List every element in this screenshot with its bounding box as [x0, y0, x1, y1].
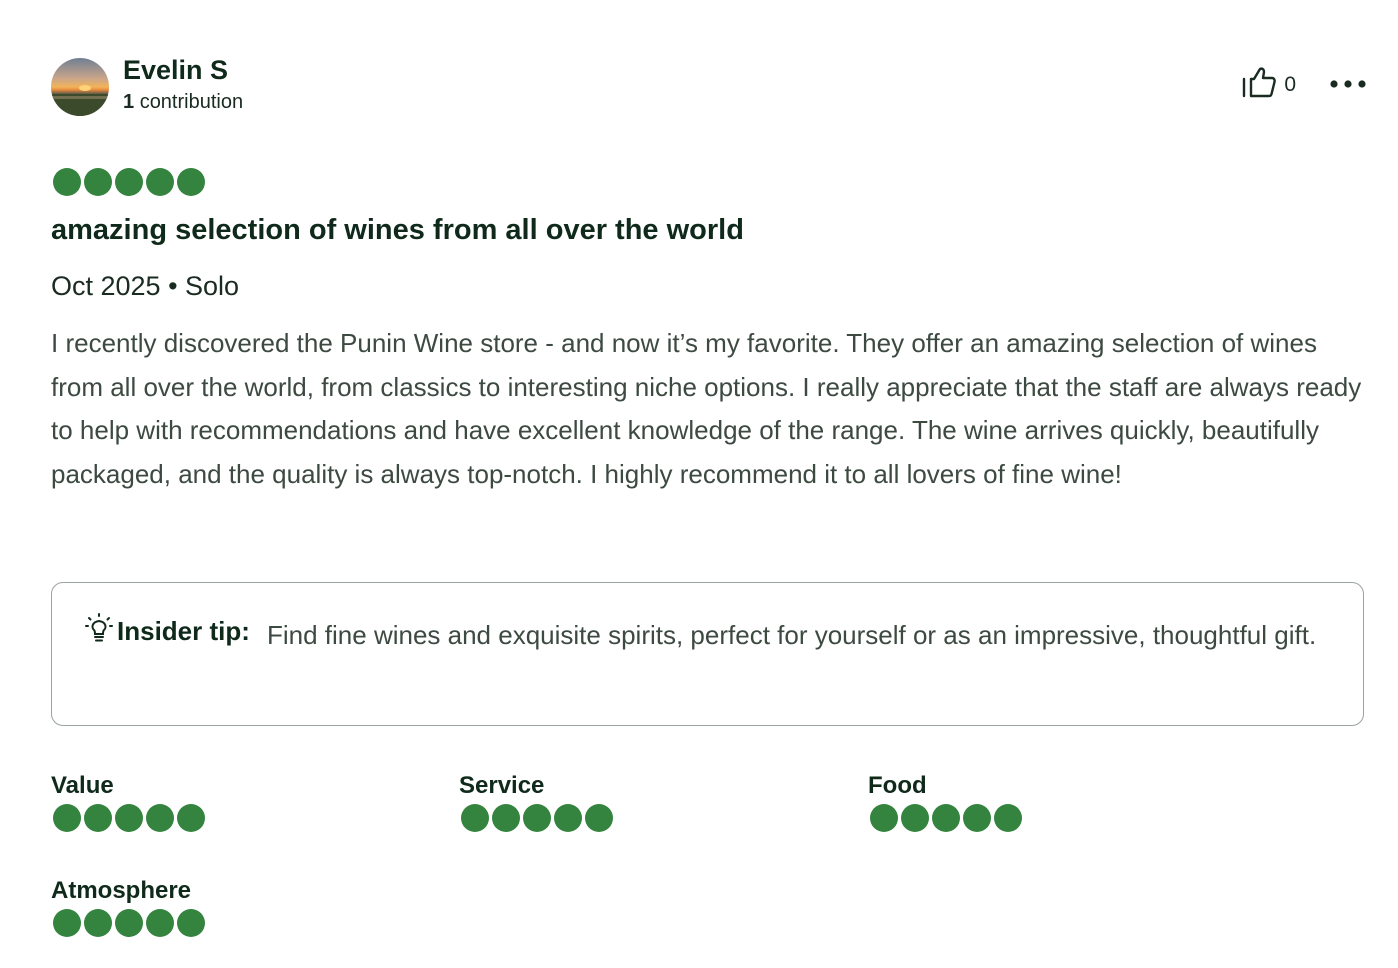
rating-bubble [146, 909, 174, 937]
rating-bubble [901, 804, 929, 832]
sub-rating-label: Service [459, 772, 545, 799]
insider-tip-text: Find fine wines and exquisite spirits, p… [267, 620, 1317, 650]
rating-bubble [146, 804, 174, 832]
thumbs-up-icon [1242, 66, 1277, 103]
helpful-vote-button[interactable]: 0 [1242, 66, 1296, 103]
rating-bubble [115, 804, 143, 832]
rating-bubble [523, 804, 551, 832]
lightbulb-icon [85, 613, 113, 650]
reviewer-header: Evelin S 1 contribution [51, 55, 243, 116]
insider-tip-box: Insider tip: Find fine wines and exquisi… [51, 582, 1364, 726]
sub-rating-label: Atmosphere [51, 877, 192, 904]
rating-bubble [554, 804, 582, 832]
rating-bubble [53, 168, 81, 196]
contribution-label: contribution [139, 90, 244, 113]
sub-rating-food: Food [868, 772, 1022, 832]
rating-bubble [932, 804, 960, 832]
review-date-trip-type: Oct 2025 • Solo [51, 271, 240, 301]
rating-bubble [177, 804, 205, 832]
more-options-button[interactable] [1330, 76, 1366, 94]
reviewer-name[interactable]: Evelin S [123, 55, 243, 85]
rating-bubble [870, 804, 898, 832]
rating-bubble [177, 909, 205, 937]
review-actions: 0 [1242, 66, 1366, 103]
rating-bubble [53, 909, 81, 937]
overall-rating-bubbles [53, 168, 205, 196]
rating-bubble [84, 909, 112, 937]
rating-bubble [492, 804, 520, 832]
rating-bubble [994, 804, 1022, 832]
sub-rating-bubbles [53, 909, 205, 937]
rating-bubble [146, 168, 174, 196]
more-options-icon [1330, 76, 1366, 94]
rating-bubble [84, 168, 112, 196]
review-title[interactable]: amazing selection of wines from all over… [51, 210, 744, 250]
rating-bubble [84, 804, 112, 832]
rating-bubble [177, 168, 205, 196]
rating-bubble [115, 168, 143, 196]
rating-bubble [461, 804, 489, 832]
sub-rating-atmosphere: Atmosphere [51, 877, 205, 937]
sub-rating-bubbles [870, 804, 1022, 832]
sub-rating-service: Service [459, 772, 613, 832]
contribution-count: 1 contribution [123, 90, 243, 114]
rating-bubble [585, 804, 613, 832]
review-body: I recently discovered the Punin Wine sto… [51, 328, 1362, 489]
sub-rating-bubbles [461, 804, 613, 832]
sub-rating-bubbles [53, 804, 205, 832]
avatar[interactable] [51, 58, 109, 116]
sub-rating-label: Value [51, 772, 114, 799]
sub-rating-label: Food [868, 772, 927, 799]
insider-tip-label: Insider tip: [117, 616, 250, 646]
sub-rating-value: Value [51, 772, 205, 832]
review-card: Evelin S 1 contribution 0 amazing select… [0, 0, 1398, 968]
contribution-number: 1 [123, 90, 135, 113]
rating-bubble [53, 804, 81, 832]
helpful-count: 0 [1284, 72, 1296, 96]
rating-bubble [115, 909, 143, 937]
rating-bubble [963, 804, 991, 832]
